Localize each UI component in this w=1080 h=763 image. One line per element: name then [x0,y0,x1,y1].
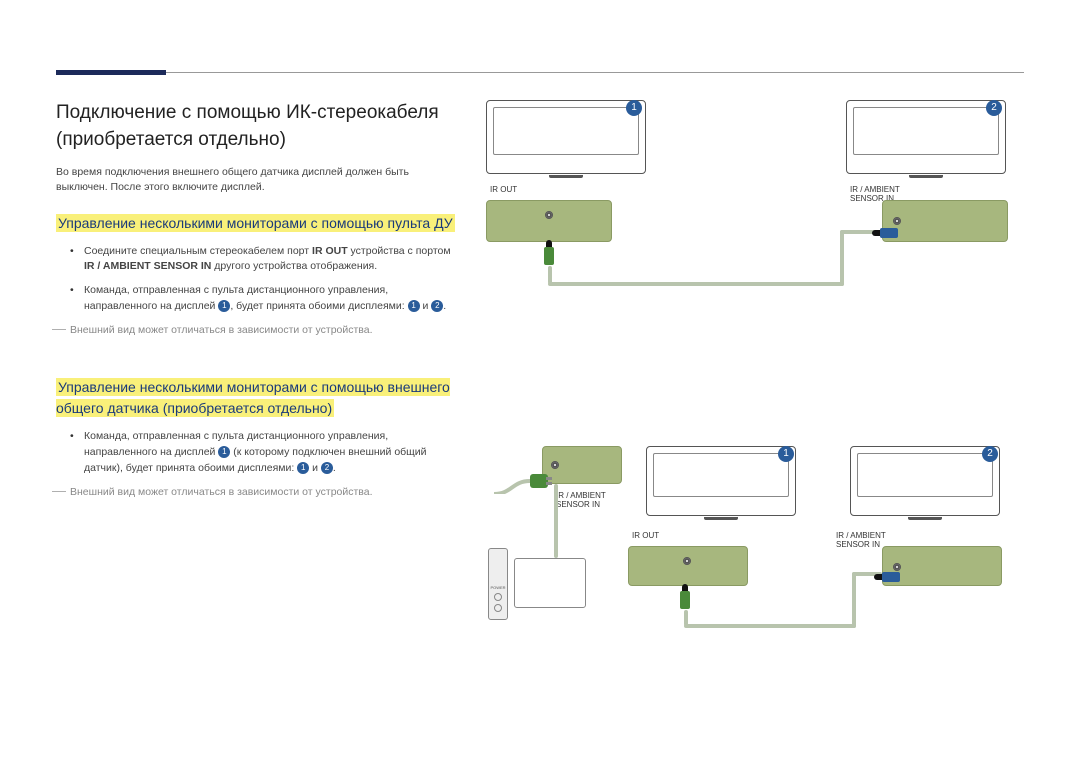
label-ir-out-1: IR OUT [490,186,517,195]
section2-footnote: Внешний вид может отличаться в зависимос… [56,485,456,500]
diagram-area: 1 IR OUT 2 IR / [476,100,1024,660]
remote-control: POWER [488,548,508,620]
jack-1 [545,211,553,219]
num-1-icon: 1 [218,300,230,312]
plug-green-1 [544,240,554,265]
num-1-icon: 1 [408,300,420,312]
section1-heading: Управление несколькими мониторами с помо… [56,213,456,234]
header-rule [56,72,1024,73]
plug-blue-1 [872,224,898,242]
d2-plug-green [680,584,690,609]
page-title: Подключение с помощью ИК-стереокабеля (п… [56,100,456,153]
section2-list: Команда, отправленная с пульта дистанцио… [56,429,456,476]
num-1-icon: 1 [218,446,230,458]
section2-bullet1: Команда, отправленная с пульта дистанцио… [84,429,456,476]
section1-heading-hl: Управление несколькими мониторами с помо… [56,214,455,232]
section1-bullet2: Команда, отправленная с пульта дистанцио… [84,283,456,315]
badge-1: 1 [626,100,642,116]
d2-plug-blue [874,568,900,586]
panel-1 [486,200,612,242]
d2-monitor-2 [850,446,1000,516]
d2-badge-2: 2 [982,446,998,462]
d2-monitor-1 [646,446,796,516]
d2-badge-1: 1 [778,446,794,462]
section2-heading: Управление несколькими мониторами с помо… [56,377,456,419]
panel-2 [882,200,1008,242]
right-column: 1 IR OUT 2 IR / [476,100,1024,660]
badge-2: 2 [986,100,1002,116]
section2-heading-hl: Управление несколькими мониторами с помо… [56,378,450,417]
label-ir-ambient-2a: IR / AMBIENT SENSOR IN [556,492,616,510]
section1-list: Соедините специальным стереокабелем порт… [56,244,456,315]
left-column: Подключение с помощью ИК-стереокабеля (п… [56,100,476,660]
section1-bullet1: Соедините специальным стереокабелем порт… [84,244,456,276]
d2-label-irout: IR OUT [632,532,659,541]
monitor-1 [486,100,646,174]
diagram-2: IR / AMBIENT SENSOR IN POWER 1 IR OUT [476,446,1036,676]
diagram-1: 1 IR OUT 2 IR / [476,100,1036,310]
monitor-2 [846,100,1006,174]
ir-sensor-box [514,558,586,608]
intro-text: Во время подключения внешнего общего дат… [56,165,456,194]
num-1-icon: 1 [297,462,309,474]
power-plug [492,468,556,499]
num-2-icon: 2 [431,300,443,312]
section2: Управление несколькими мониторами с помо… [56,377,456,499]
d2-panel-1 [628,546,748,586]
d2-panel-2 [882,546,1002,586]
section1-footnote: Внешний вид может отличаться в зависимос… [56,323,456,338]
num-2-icon: 2 [321,462,333,474]
page-layout: Подключение с помощью ИК-стереокабеля (п… [56,100,1024,660]
